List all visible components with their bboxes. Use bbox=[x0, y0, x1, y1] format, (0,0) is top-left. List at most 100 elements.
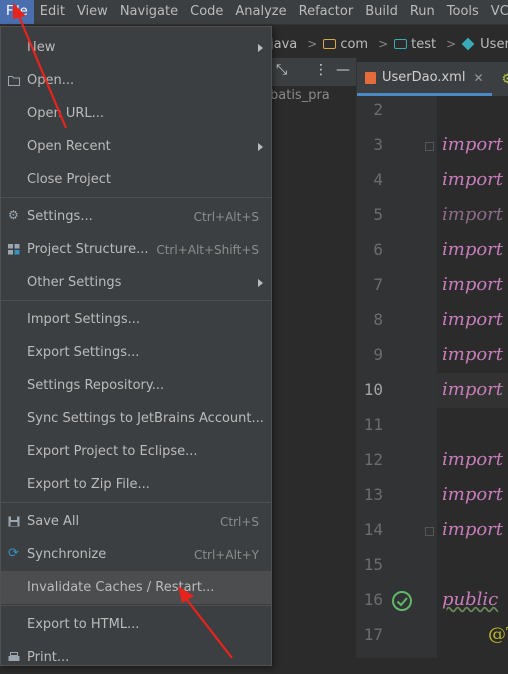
submenu-arrow-icon bbox=[258, 279, 263, 287]
menu-item-sync-settings[interactable]: Sync Settings to JetBrains Account... bbox=[1, 402, 271, 435]
menu-item-label: Close Project bbox=[27, 172, 111, 187]
menu-item-export-settings[interactable]: Export Settings... bbox=[1, 336, 271, 369]
class-icon bbox=[462, 38, 475, 51]
code-line[interactable]: public bbox=[442, 589, 498, 610]
menu-item-label: Settings Repository... bbox=[27, 378, 164, 393]
menu-item-label: Save All bbox=[27, 514, 79, 529]
shortcut-label: Ctrl+Alt+Y bbox=[194, 548, 259, 562]
menu-view[interactable]: View bbox=[71, 0, 114, 24]
menu-item-label: Import Settings... bbox=[27, 312, 140, 327]
menu-item-label: Settings... bbox=[27, 209, 93, 224]
fold-toggle-icon[interactable] bbox=[425, 527, 434, 536]
menu-item-open[interactable]: Open... bbox=[1, 64, 271, 97]
menu-item-export-zip[interactable]: Export to Zip File... bbox=[1, 468, 271, 501]
collapse-all-icon[interactable]: ⤡ bbox=[276, 62, 287, 78]
menu-file[interactable]: File bbox=[0, 0, 34, 24]
menu-item-export-eclipse[interactable]: Export Project to Eclipse... bbox=[1, 435, 271, 468]
menu-item-project-structure[interactable]: Project Structure... Ctrl+Alt+Shift+S bbox=[1, 233, 271, 266]
code-line[interactable]: import bbox=[442, 274, 503, 295]
menu-item-open-url[interactable]: Open URL... bbox=[1, 97, 271, 130]
menu-separator bbox=[1, 605, 271, 606]
minimize-icon[interactable]: — bbox=[336, 62, 350, 78]
breadcrumb-item-test[interactable]: test bbox=[394, 37, 436, 52]
chevron-right-icon: > bbox=[307, 37, 317, 51]
more-options-icon[interactable]: ⋮ bbox=[314, 62, 328, 78]
menu-item-label: Export to Zip File... bbox=[27, 477, 150, 492]
menu-tools[interactable]: Tools bbox=[441, 0, 485, 24]
menu-item-invalidate-caches[interactable]: Invalidate Caches / Restart... bbox=[1, 571, 271, 604]
breadcrumb: java > com > test > UserTe bbox=[270, 32, 508, 56]
menu-item-open-recent[interactable]: Open Recent bbox=[1, 130, 271, 163]
line-number: 4 bbox=[357, 170, 383, 189]
menu-refactor[interactable]: Refactor bbox=[293, 0, 360, 24]
menu-item-export-html[interactable]: Export to HTML... bbox=[1, 608, 271, 641]
shortcut-label: Ctrl+Alt+S bbox=[194, 210, 259, 224]
code-line[interactable]: import bbox=[442, 204, 503, 225]
code-line[interactable]: import bbox=[442, 309, 503, 330]
breadcrumb-item-java[interactable]: java bbox=[270, 37, 297, 52]
menu-item-settings[interactable]: ⚙ Settings... Ctrl+Alt+S bbox=[1, 200, 271, 233]
menu-item-close-project[interactable]: Close Project bbox=[1, 163, 271, 196]
line-number: 7 bbox=[357, 275, 383, 294]
code-line[interactable]: import bbox=[442, 239, 503, 260]
menu-vcs[interactable]: VCS bbox=[485, 0, 508, 24]
submenu-arrow-icon bbox=[258, 44, 263, 52]
chevron-right-icon: > bbox=[446, 37, 456, 51]
menu-analyze[interactable]: Analyze bbox=[229, 0, 292, 24]
menu-item-label: Export Project to Eclipse... bbox=[27, 444, 198, 459]
menu-item-label: Export to HTML... bbox=[27, 617, 139, 632]
menu-item-other-settings[interactable]: Other Settings bbox=[1, 266, 271, 299]
line-number: 17 bbox=[357, 625, 383, 644]
menu-item-label: New bbox=[27, 40, 55, 55]
code-line[interactable]: @T bbox=[488, 624, 508, 645]
save-icon bbox=[8, 516, 20, 527]
line-number: 5 bbox=[357, 205, 383, 224]
code-line[interactable]: import bbox=[442, 519, 503, 540]
code-line[interactable]: import bbox=[442, 344, 503, 365]
line-number: 9 bbox=[357, 345, 383, 364]
menu-item-import-settings[interactable]: Import Settings... bbox=[1, 303, 271, 336]
code-line[interactable]: import bbox=[442, 449, 503, 470]
menu-item-new[interactable]: New bbox=[1, 31, 271, 64]
project-tree-item[interactable]: batis_pra bbox=[270, 88, 330, 103]
structure-icon[interactable]: ⚙ bbox=[502, 72, 508, 87]
menu-item-label: Export Settings... bbox=[27, 345, 139, 360]
breadcrumb-item-com[interactable]: com bbox=[323, 37, 368, 52]
menu-code[interactable]: Code bbox=[184, 0, 229, 24]
tab-label: UserDao.xml bbox=[382, 70, 465, 85]
editor-tabs: UserDao.xml ✕ ⚙ bbox=[357, 62, 508, 96]
line-number: 8 bbox=[357, 310, 383, 329]
menu-item-synchronize[interactable]: ⟳ Synchronize Ctrl+Alt+Y bbox=[1, 538, 271, 571]
menu-item-label: Open... bbox=[27, 73, 74, 88]
menu-item-label: Open Recent bbox=[27, 139, 111, 154]
chevron-right-icon: > bbox=[378, 37, 388, 51]
project-panel: ⤡ ⋮ — batis_pra bbox=[270, 58, 357, 658]
test-folder-icon bbox=[394, 39, 407, 49]
menu-item-label: Project Structure... bbox=[27, 242, 148, 257]
code-line[interactable]: import bbox=[442, 484, 503, 505]
line-number: 2 bbox=[357, 100, 383, 119]
menu-separator bbox=[1, 197, 271, 198]
refresh-icon: ⟳ bbox=[8, 546, 20, 557]
fold-toggle-icon[interactable] bbox=[425, 142, 434, 151]
shortcut-label: Ctrl+S bbox=[220, 515, 259, 529]
menu-build[interactable]: Build bbox=[359, 0, 404, 24]
menu-navigate[interactable]: Navigate bbox=[114, 0, 184, 24]
code-line[interactable]: import bbox=[442, 134, 503, 155]
menu-run[interactable]: Run bbox=[404, 0, 441, 24]
line-number: 11 bbox=[357, 415, 383, 434]
close-icon[interactable]: ✕ bbox=[473, 71, 483, 85]
menu-item-settings-repository[interactable]: Settings Repository... bbox=[1, 369, 271, 402]
menu-edit[interactable]: Edit bbox=[34, 0, 71, 24]
menu-bar: File Edit View Navigate Code Analyze Ref… bbox=[0, 0, 508, 25]
tab-userdao-xml[interactable]: UserDao.xml ✕ bbox=[357, 62, 492, 96]
code-line[interactable]: import bbox=[442, 379, 503, 400]
breadcrumb-label: com bbox=[340, 37, 368, 52]
menu-item-label: Invalidate Caches / Restart... bbox=[27, 580, 214, 595]
breadcrumb-item-class[interactable]: UserTe bbox=[462, 37, 508, 52]
menu-item-label: Other Settings bbox=[27, 275, 121, 290]
menu-item-save-all[interactable]: Save All Ctrl+S bbox=[1, 505, 271, 538]
project-toolbar: ⤡ ⋮ — bbox=[270, 58, 356, 86]
code-line[interactable]: import bbox=[442, 169, 503, 190]
editor-gutter: 2 3 4 5 6 7 8 10 9 11 12 13 14 15 16 17 bbox=[357, 96, 437, 658]
